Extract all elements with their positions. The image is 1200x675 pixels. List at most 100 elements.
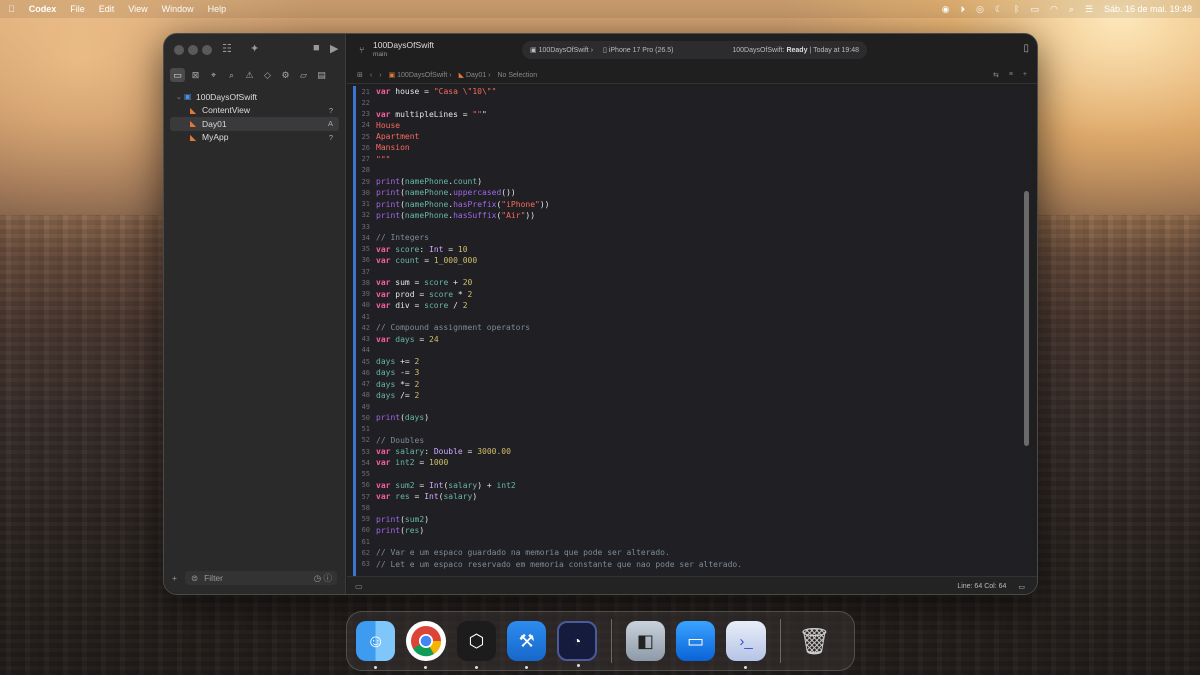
line-text: var multipleLines = """ bbox=[376, 109, 487, 119]
filter-placeholder: Filter bbox=[204, 573, 223, 583]
test-navigator-icon[interactable]: ◇ bbox=[260, 68, 275, 82]
moon-icon[interactable]: ☾ bbox=[995, 4, 1003, 15]
menu-view[interactable]: View bbox=[128, 4, 147, 14]
line-text: var count = 1_000_000 bbox=[376, 255, 478, 265]
run-button[interactable]: ▶ bbox=[330, 42, 338, 55]
file-tree: ⌄ ▣ 100DaysOfSwift ◣ ContentView ? ◣ Day… bbox=[170, 90, 339, 144]
stop-button[interactable]: ■ bbox=[313, 42, 320, 54]
code-line: 26 Mansion bbox=[356, 142, 1031, 153]
line-text: print(namePhone.uppercased()) bbox=[376, 188, 516, 198]
code-line: 48 days /= 2 bbox=[356, 390, 1031, 401]
menu-edit[interactable]: Edit bbox=[99, 4, 115, 14]
bookmark-navigator-icon[interactable]: ⌖ bbox=[206, 68, 221, 82]
debug-navigator-icon[interactable]: ⚙ bbox=[278, 68, 293, 82]
line-text: """ bbox=[376, 154, 391, 164]
inspector-toggle-icon[interactable]: ▯ bbox=[1023, 43, 1029, 54]
code-line: 47 days *= 2 bbox=[356, 379, 1031, 390]
record-icon[interactable]: ◎ bbox=[976, 4, 984, 15]
issue-navigator-icon[interactable]: ⚠ bbox=[242, 68, 257, 82]
file-row-myapp[interactable]: ◣ MyApp ? bbox=[170, 131, 339, 145]
search-icon[interactable]: ⌕ bbox=[1069, 4, 1074, 15]
control-center-icon[interactable]: ☰ bbox=[1085, 4, 1093, 15]
whatsapp-icon[interactable]: ◉ bbox=[942, 4, 950, 15]
file-row-contentview[interactable]: ◣ ContentView ? bbox=[170, 104, 339, 118]
close-window-button[interactable] bbox=[174, 45, 184, 55]
recent-files-icon[interactable]: ◷ ⓘ bbox=[314, 572, 332, 584]
bluetooth-icon[interactable]: ᛒ bbox=[1014, 4, 1019, 14]
line-number: 63 bbox=[361, 560, 370, 569]
jump-selection[interactable]: No Selection bbox=[497, 72, 537, 79]
source-control-navigator-icon[interactable]: ⊠ bbox=[188, 68, 203, 82]
simulator-icon[interactable]: ▭ bbox=[676, 621, 716, 661]
line-text: days -= 3 bbox=[376, 368, 420, 378]
apple-menu-icon[interactable]:  bbox=[8, 4, 15, 14]
sidebar-toggle-icon[interactable]: ☷ bbox=[222, 42, 232, 55]
code-line: 56 var sum2 = Int(salary) + int2 bbox=[356, 480, 1031, 491]
project-title-label: 100DaysOfSwift bbox=[373, 40, 434, 50]
line-text: var salary: Double = 3000.00 bbox=[376, 447, 511, 457]
jump-project[interactable]: ▣ 100DaysOfSwift › bbox=[389, 71, 452, 79]
menu-window[interactable]: Window bbox=[162, 4, 194, 14]
debug-area-toggle-icon[interactable]: ▭ bbox=[1018, 583, 1025, 591]
xcode-icon[interactable]: ⚒ bbox=[506, 621, 547, 669]
play-circle-icon[interactable]: ⏵ bbox=[961, 4, 966, 15]
app-menu[interactable]: Codex bbox=[29, 4, 57, 14]
destination-selector[interactable]: ▯ iPhone 17 Pro (26.5) bbox=[603, 46, 673, 54]
zoom-window-button[interactable] bbox=[202, 45, 212, 55]
breakpoint-navigator-icon[interactable]: ▱ bbox=[296, 68, 311, 82]
disclosure-chevron-icon[interactable]: ⌄ bbox=[176, 93, 184, 101]
code-line: 53 var salary: Double = 3000.00 bbox=[356, 446, 1031, 457]
project-navigator-icon[interactable]: ▭ bbox=[170, 68, 185, 82]
line-number: 40 bbox=[361, 301, 370, 310]
codex-icon[interactable]: ◔ bbox=[557, 621, 597, 667]
grid-icon[interactable]: ⊞ bbox=[357, 71, 363, 79]
line-number: 57 bbox=[361, 492, 370, 501]
project-title[interactable]: 100DaysOfSwift main bbox=[373, 41, 434, 59]
line-number: 34 bbox=[361, 233, 370, 242]
report-navigator-icon[interactable]: ▤ bbox=[314, 68, 329, 82]
code-line: 42 // Compound assignment operators bbox=[356, 322, 1031, 333]
line-number: 21 bbox=[361, 87, 370, 96]
line-number: 22 bbox=[361, 98, 370, 107]
navigator-toggle-icon[interactable]: ▭ bbox=[355, 582, 363, 591]
add-editor-icon[interactable]: + bbox=[1023, 71, 1027, 79]
line-text: // Compound assignment operators bbox=[376, 323, 531, 333]
jump-file[interactable]: ◣ Day01 › bbox=[459, 71, 491, 79]
activity-view[interactable]: ▣ 100DaysOfSwift › ▯ iPhone 17 Pro (26.5… bbox=[522, 41, 867, 59]
line-text: House bbox=[376, 120, 401, 130]
filter-input[interactable]: ⊜ Filter ◷ ⓘ bbox=[184, 571, 337, 585]
line-number: 60 bbox=[361, 526, 370, 535]
line-number: 42 bbox=[361, 323, 370, 332]
filter-options-icon[interactable]: ⊜ bbox=[191, 573, 198, 584]
menubar-clock[interactable]: Sáb. 16 de mai. 19:48 bbox=[1104, 4, 1192, 14]
scheme-selector[interactable]: ▣ 100DaysOfSwift › bbox=[530, 46, 593, 54]
swift-file-icon: ◣ bbox=[190, 105, 197, 115]
editor-options-icon[interactable]: ≡ bbox=[1009, 71, 1013, 79]
line-text: var score: Int = 10 bbox=[376, 244, 468, 254]
cursor-icon[interactable]: ⬡ bbox=[456, 621, 496, 669]
menu-file[interactable]: File bbox=[70, 4, 85, 14]
minimize-window-button[interactable] bbox=[188, 45, 198, 55]
editor-scrollbar[interactable] bbox=[1024, 191, 1029, 446]
terminal-icon[interactable]: ›_ bbox=[726, 621, 766, 669]
add-file-button[interactable]: + bbox=[172, 573, 177, 583]
assistant-sparkle-icon[interactable]: ✦ bbox=[250, 42, 259, 55]
line-number: 25 bbox=[361, 132, 370, 141]
chrome-icon[interactable] bbox=[406, 621, 446, 669]
code-line: 29 print(namePhone.count) bbox=[356, 176, 1031, 187]
forward-chevron-icon[interactable]: › bbox=[379, 72, 381, 79]
back-chevron-icon[interactable]: ‹ bbox=[370, 72, 372, 79]
app-icon[interactable]: ◧ bbox=[625, 621, 666, 661]
code-editor[interactable]: 21 var house = "Casa \"10\"" 22 23 var multi… bbox=[353, 86, 1031, 576]
find-navigator-icon[interactable]: ⌕ bbox=[224, 68, 239, 82]
battery-icon[interactable]: ▭ bbox=[1030, 4, 1039, 15]
file-row-day01[interactable]: ◣ Day01 A bbox=[170, 117, 339, 131]
menu-help[interactable]: Help bbox=[208, 4, 227, 14]
project-root-label: 100DaysOfSwift bbox=[196, 91, 257, 102]
finder-icon[interactable]: ☺ bbox=[356, 621, 396, 669]
line-text: print(days) bbox=[376, 413, 430, 423]
wifi-icon[interactable]: ◠ bbox=[1050, 4, 1058, 15]
related-items-icon[interactable]: ⇆ bbox=[993, 71, 999, 79]
project-root-row[interactable]: ⌄ ▣ 100DaysOfSwift bbox=[170, 90, 339, 104]
trash-icon[interactable]: 🗑 bbox=[795, 621, 834, 661]
